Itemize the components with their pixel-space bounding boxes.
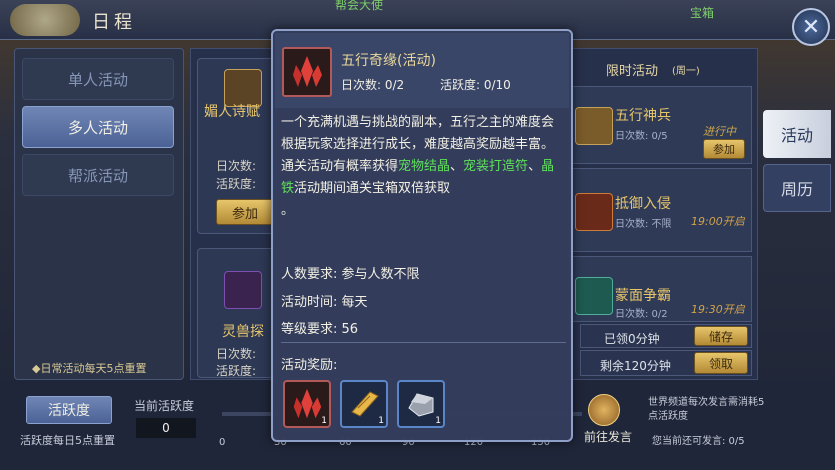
tooltip-title: 五行奇缘(活动): [341, 53, 436, 69]
tooltip-description: 一个充满机遇与挑战的副本，五行之主的难度会根据玩家选择进行成长，难度越高奖励越丰…: [281, 112, 566, 222]
remaining-minutes-label: 剩余120分钟: [600, 359, 671, 373]
desc-text: 活动期间通关宝箱双倍获取: [294, 181, 451, 196]
reward-count: 1: [435, 416, 441, 426]
activity-stat-activity: 活跃度:: [216, 364, 257, 378]
red-crystal-icon: [293, 388, 322, 419]
desc-separator: 、: [528, 159, 542, 174]
close-icon: ✕: [801, 14, 821, 40]
page-title: 日程: [92, 12, 136, 33]
limited-activity-name: 抵御入侵: [615, 196, 671, 212]
reward-slot[interactable]: 1: [397, 380, 445, 428]
activity-reset-note: 活跃度每日5点重置: [20, 434, 115, 447]
tooltip-reward-label: 活动奖励:: [281, 358, 338, 373]
tab-activity[interactable]: 活动: [763, 110, 831, 158]
nav-single-activity[interactable]: 单人活动: [22, 58, 174, 100]
activity-name: 媚人诗赋: [204, 104, 260, 120]
limited-activity-item[interactable]: 抵御入侵 日次数: 不限 19:00开启: [572, 168, 752, 252]
red-crystal-icon: [293, 56, 322, 87]
scroll-icon: [575, 107, 613, 145]
desc-highlight: 宠装打造符: [463, 159, 529, 174]
nav-multi-activity[interactable]: 多人活动: [22, 106, 174, 148]
gold-scroll-icon: [351, 391, 379, 417]
top-decoration-icon: [10, 4, 80, 36]
limited-activity-header: 限时活动: [606, 64, 659, 79]
go-chat-button[interactable]: 前往发言: [584, 428, 632, 445]
limited-activity-item[interactable]: 五行神兵 日次数: 0/5 进行中 参加: [572, 86, 752, 164]
activity-card[interactable]: 灵兽探 日次数: 活跃度:: [197, 248, 277, 378]
activity-points-button[interactable]: 活跃度: [26, 396, 112, 424]
reward-slot[interactable]: 1: [283, 380, 331, 428]
activity-card[interactable]: 媚人诗赋 日次数: 活跃度: 参加: [197, 58, 277, 234]
limited-activity-weekday: (周一): [672, 66, 700, 77]
limited-activity-count: 日次数: 0/5: [615, 131, 668, 142]
bg-label-right: 宝箱: [690, 6, 715, 20]
purple-orb-icon: [224, 271, 262, 309]
tooltip-activity-points: 活跃度: 0/10: [440, 78, 511, 92]
tooltip-divider: [281, 342, 566, 343]
progress-tick: 0: [219, 437, 226, 448]
limited-activity-count: 日次数: 不限: [615, 219, 672, 230]
limited-activity-name: 蒙面争霸: [615, 288, 671, 304]
desc-text: 。: [281, 203, 295, 218]
tab-calendar[interactable]: 周历: [763, 164, 831, 212]
limited-activity-time: 19:00开启: [691, 215, 745, 228]
chat-cost-note: 世界频道每次发言需消耗5点活跃度: [648, 397, 765, 422]
tooltip-time-requirement: 活动时间: 每天: [281, 295, 368, 310]
desc-separator: 、: [450, 159, 464, 174]
claim-button[interactable]: 领取: [694, 352, 748, 374]
limited-activity-item[interactable]: 蒙面争霸 日次数: 0/2 19:30开启: [572, 256, 752, 322]
fire-ring-icon: [575, 193, 613, 231]
tooltip-daily-count: 日次数: 0/2: [341, 78, 405, 92]
tooltip-level-requirement: 等级要求: 56: [281, 322, 359, 337]
limited-activity-count: 日次数: 0/2: [615, 309, 668, 320]
activity-stat-activity: 活跃度:: [216, 177, 257, 191]
desc-highlight: 宠物结晶: [398, 159, 451, 174]
limited-activity-time: 19:30开启: [691, 303, 745, 316]
stored-minutes-label: 已领0分钟: [604, 332, 660, 346]
reward-slot[interactable]: 1: [340, 380, 388, 428]
daily-reset-notice: ◆日常活动每天5点重置: [32, 362, 147, 375]
join-button[interactable]: 参加: [216, 199, 274, 225]
chat-horn-icon[interactable]: [588, 394, 620, 426]
activity-stat-count: 日次数:: [216, 347, 257, 361]
join-button[interactable]: 参加: [703, 139, 745, 159]
current-activity-value: 0: [136, 418, 196, 438]
tooltip-people-requirement: 人数要求: 参与人数不限: [281, 267, 420, 282]
activity-stat-count: 日次数:: [216, 159, 257, 173]
current-activity-label: 当前活跃度: [134, 399, 195, 413]
bg-label-left: 帮会大使: [335, 0, 384, 12]
nav-guild-activity[interactable]: 帮派活动: [22, 154, 174, 196]
activity-icon: [282, 47, 332, 97]
book-icon: [575, 277, 613, 315]
close-button[interactable]: ✕: [792, 8, 830, 46]
store-button[interactable]: 储存: [694, 326, 748, 346]
iron-ore-icon: [408, 393, 434, 417]
reward-count: 1: [378, 416, 384, 426]
limited-activity-status: 进行中: [703, 125, 736, 138]
activity-name: 灵兽探: [222, 324, 264, 340]
limited-activity-name: 五行神兵: [615, 108, 671, 124]
reward-count: 1: [321, 416, 327, 426]
chat-remaining-note: 您当前还可发言: 0/5: [652, 436, 745, 447]
